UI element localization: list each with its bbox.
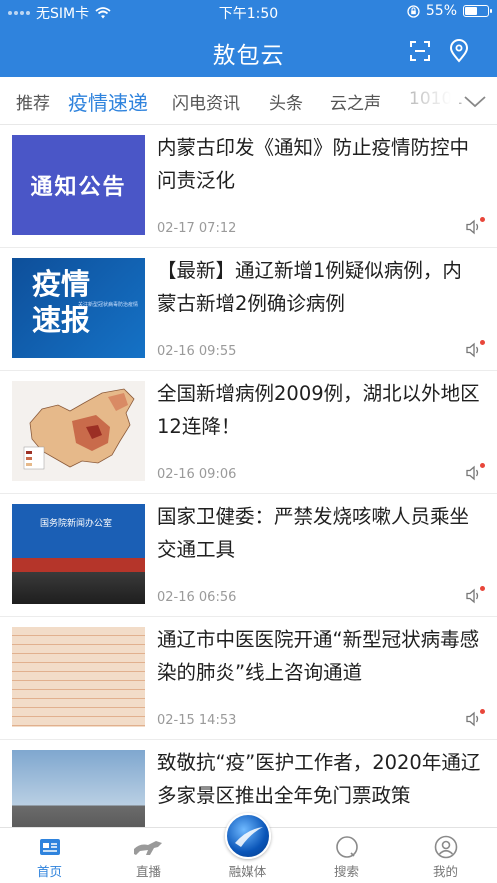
tabs-fade [409, 77, 459, 124]
list-item[interactable]: 疫情速报 关注新型冠状病毒防治疫情 【最新】通辽新增1例疑似病例，内蒙古新增2例… [0, 248, 497, 371]
news-list: 通知公告 内蒙古印发《通知》防止疫情防控中问责泛化 02-17 07:12 疫情… [0, 125, 497, 863]
unread-dot [480, 340, 485, 345]
tab-label: 首页 [36, 864, 62, 879]
channel-tabs: 推荐 疫情速递 闪电资讯 头条 云之声 10101 [0, 77, 497, 125]
press-table-image [12, 558, 145, 572]
news-thumbnail [12, 381, 145, 481]
orientation-lock-icon [407, 4, 420, 18]
location-button[interactable] [446, 38, 472, 64]
audio-play-button[interactable] [465, 340, 485, 358]
audience-image [12, 572, 145, 604]
app-header: 敖包云 [0, 24, 497, 77]
tab-label: 直播 [135, 864, 161, 879]
news-title: 全国新增病例2009例，湖北以外地区12连降！ [157, 382, 480, 438]
tab-headlines[interactable]: 头条 [269, 89, 303, 114]
audio-play-button[interactable] [465, 217, 485, 235]
status-bar: 无SIM卡 下午1:50 55% [0, 0, 497, 24]
news-title: 致敬抗“疫”医护工作者，2020年通辽多家景区推出全年免门票政策 [157, 751, 481, 807]
china-map-image [23, 388, 135, 470]
news-date: 02-17 07:12 [157, 221, 237, 236]
audio-play-button[interactable] [465, 709, 485, 727]
user-icon [434, 835, 457, 859]
location-pin-icon [449, 39, 469, 63]
news-title: 【最新】通辽新增1例疑似病例，内蒙古新增2例确诊病例 [157, 259, 462, 315]
horse-icon [133, 841, 162, 855]
battery-icon [463, 5, 492, 17]
news-title: 通辽市中医医院开通“新型冠状病毒感染的肺炎”线上咨询通道 [157, 628, 480, 684]
news-date: 02-15 14:53 [157, 713, 237, 728]
list-item[interactable]: 国务院新闻办公室 国家卫健委：严禁发烧咳嗽人员乘坐交通工具 02-16 06:5… [0, 494, 497, 617]
orb-swoosh-icon [235, 827, 263, 847]
chevron-down-icon[interactable] [463, 89, 487, 113]
orb-icon[interactable] [225, 813, 271, 859]
news-thumbnail: 国务院新闻办公室 [12, 504, 145, 604]
tab-label: 融媒体 [228, 864, 267, 879]
unread-dot [480, 709, 485, 714]
news-thumbnail [12, 627, 145, 727]
thumb-caption: 国务院新闻办公室 [40, 519, 113, 529]
tab-recommend[interactable]: 推荐 [16, 89, 50, 114]
news-thumbnail: 通知公告 [12, 135, 145, 235]
scan-icon [410, 41, 430, 61]
audio-play-button[interactable] [465, 586, 485, 604]
tab-mine[interactable]: 我的 [396, 828, 495, 883]
tab-label: 我的 [432, 864, 458, 879]
audio-play-button[interactable] [465, 463, 485, 481]
thumb-subcaption: 关注新型冠状病毒防治疫情 [78, 302, 139, 308]
news-title: 内蒙古印发《通知》防止疫情防控中问责泛化 [157, 136, 470, 192]
list-item[interactable]: 通辽市中医医院开通“新型冠状病毒感染的肺炎”线上咨询通道 02-15 14:53 [0, 617, 497, 740]
tab-search[interactable]: 搜索 [297, 828, 396, 883]
news-date: 02-16 09:06 [157, 467, 237, 482]
battery-percent: 55% [425, 3, 457, 19]
unread-dot [480, 217, 485, 222]
unread-dot [480, 463, 485, 468]
news-date: 02-16 06:56 [157, 590, 237, 605]
scan-button[interactable] [407, 38, 433, 64]
home-icon [39, 839, 60, 855]
tab-cloud-voice[interactable]: 云之声 [330, 89, 381, 114]
search-icon [335, 836, 358, 858]
tab-label: 搜索 [333, 864, 359, 879]
tab-live[interactable]: 直播 [99, 828, 198, 883]
list-item[interactable]: 通知公告 内蒙古印发《通知》防止疫情防控中问责泛化 02-17 07:12 [0, 125, 497, 248]
unread-dot [480, 586, 485, 591]
tab-epidemic[interactable]: 疫情速递 [68, 87, 148, 116]
thumb-caption: 通知公告 [30, 175, 127, 200]
news-title: 国家卫健委：严禁发烧咳嗽人员乘坐交通工具 [157, 505, 470, 561]
list-item[interactable]: 全国新增病例2009例，湖北以外地区12连降！ 02-16 09:06 [0, 371, 497, 494]
tab-home[interactable]: 首页 [0, 828, 99, 883]
news-thumbnail: 疫情速报 关注新型冠状病毒防治疫情 [12, 258, 145, 358]
tab-flash-news[interactable]: 闪电资讯 [172, 89, 240, 114]
news-date: 02-16 09:55 [157, 344, 237, 359]
